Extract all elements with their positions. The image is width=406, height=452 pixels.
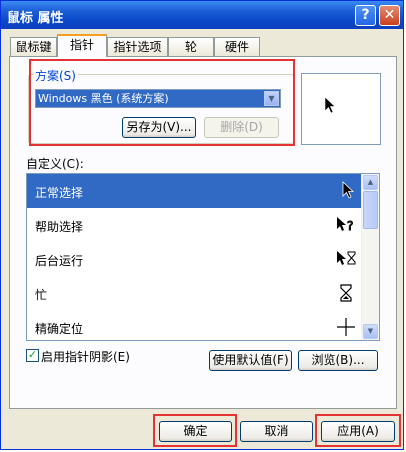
shadow-checkbox[interactable]: ✓ (26, 349, 39, 362)
crosshair-cursor-icon (337, 318, 355, 336)
list-item-label: 精确定位 (35, 322, 84, 336)
scroll-thumb[interactable] (363, 191, 378, 229)
checkmark-icon: ✓ (27, 348, 38, 361)
tab-pointer-options[interactable]: 指针选项 (107, 37, 168, 56)
tab-buttons[interactable]: 鼠标键 (10, 37, 57, 56)
list-scrollbar[interactable]: ▲ ▼ (361, 174, 379, 340)
list-item[interactable]: 帮助选择 ? (27, 208, 363, 242)
svg-text:?: ? (347, 219, 353, 233)
help-icon: ? (361, 7, 370, 23)
cursor-preview (301, 73, 381, 145)
scroll-down-icon[interactable]: ▼ (363, 324, 378, 339)
list-item-label: 后台运行 (35, 254, 84, 268)
tab-pointers[interactable]: 指针 (57, 34, 107, 57)
tab-wheel[interactable]: 轮 (168, 37, 214, 56)
ok-button[interactable]: 确定 (159, 421, 232, 442)
title-bar: 鼠标 属性 ? ✕ (1, 1, 403, 29)
window-title: 鼠标 属性 (7, 11, 64, 26)
hourglass-cursor-icon (340, 284, 352, 302)
chevron-down-icon[interactable]: ▼ (264, 91, 279, 106)
apply-button[interactable]: 应用(A) (321, 421, 395, 442)
list-item[interactable]: 精确定位 (27, 310, 363, 340)
list-item-label: 帮助选择 (35, 220, 84, 234)
use-default-button[interactable]: 使用默认值(F) (209, 350, 292, 371)
list-item[interactable]: 正常选择 (27, 174, 363, 208)
tab-hardware[interactable]: 硬件 (214, 37, 260, 56)
list-item[interactable]: 忙 (27, 276, 363, 310)
busy-background-cursor-icon (337, 251, 356, 265)
save-as-button[interactable]: 另存为(V)... (122, 117, 196, 138)
scheme-dropdown-value: Windows 黑色 (系统方案) (38, 92, 169, 105)
delete-button[interactable]: 删除(D) (204, 117, 279, 138)
arrow-cursor-icon (342, 181, 355, 199)
browse-button[interactable]: 浏览(B)... (298, 350, 378, 371)
help-button[interactable]: ? (355, 5, 376, 26)
cancel-button[interactable]: 取消 (240, 421, 313, 442)
shadow-checkbox-label[interactable]: 启用指针阴影(E) (41, 348, 130, 365)
mouse-properties-dialog: 鼠标 属性 ? ✕ 鼠标键 指针 指针选项 轮 硬件 方案(S) Windows… (0, 0, 404, 450)
scheme-dropdown[interactable]: Windows 黑色 (系统方案) ▼ (35, 89, 281, 108)
scroll-up-icon[interactable]: ▲ (363, 175, 378, 190)
list-item[interactable]: 后台运行 (27, 242, 363, 276)
scheme-group-label: 方案(S) (33, 67, 78, 84)
close-icon: ✕ (383, 7, 396, 23)
cursor-list[interactable]: 正常选择 帮助选择 ? 后台运行 忙 精确定位 ▲ ▼ (26, 173, 380, 341)
arrow-cursor-icon (324, 96, 336, 114)
list-item-label: 正常选择 (35, 186, 84, 200)
close-button[interactable]: ✕ (379, 5, 400, 26)
help-cursor-icon: ? (337, 217, 354, 234)
list-item-label: 忙 (35, 288, 48, 302)
customize-label: 自定义(C): (26, 157, 84, 171)
